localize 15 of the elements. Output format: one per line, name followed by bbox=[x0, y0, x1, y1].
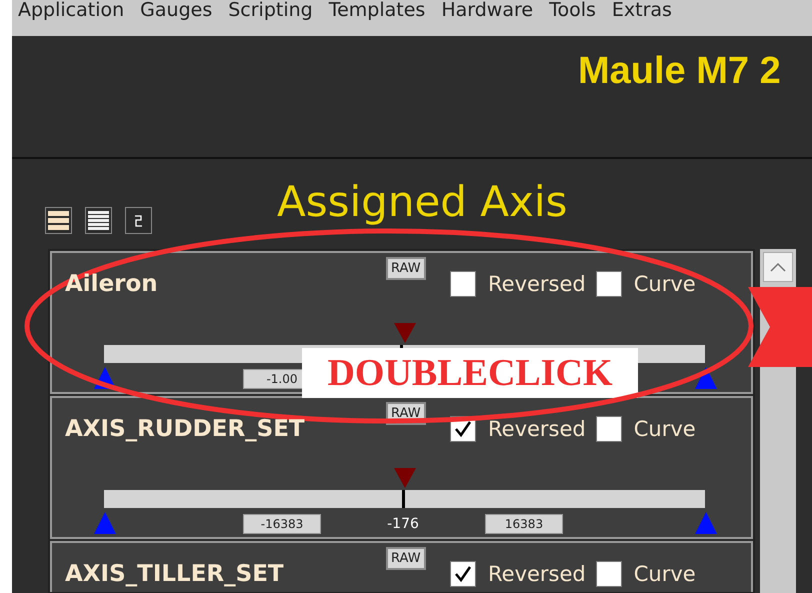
current-value: -176 bbox=[386, 515, 420, 534]
section-title: Assigned Axis bbox=[277, 177, 568, 226]
checkbox-label: Reversed bbox=[488, 417, 586, 441]
axis-name: AXIS_TILLER_SET bbox=[65, 561, 284, 587]
aircraft-title: Maule M7 2 bbox=[578, 50, 781, 94]
checkbox-label: Curve bbox=[634, 272, 696, 296]
axis-name: Aileron bbox=[65, 271, 158, 297]
checkbox-label: Reversed bbox=[488, 562, 586, 586]
checkbox-label: Curve bbox=[634, 562, 696, 586]
axis-name: AXIS_RUDDER_SET bbox=[65, 416, 305, 442]
max-value: 16383 bbox=[485, 514, 563, 534]
checkbox-label: Curve bbox=[634, 417, 696, 441]
checkbox-label: Reversed bbox=[488, 272, 586, 296]
doubleclick-tooltip: DOUBLECLICK bbox=[302, 348, 638, 398]
min-value: -16383 bbox=[243, 514, 321, 534]
